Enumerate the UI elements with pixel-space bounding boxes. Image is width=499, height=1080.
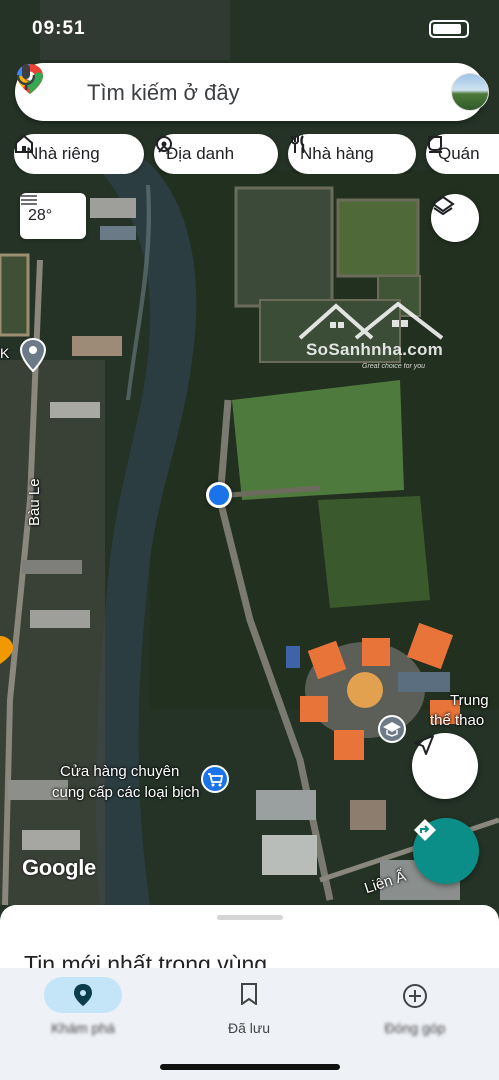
nav-label-explore: Khám phá [51,1020,115,1036]
restaurant-icon [291,135,305,153]
category-chips: Nhà riêng Địa danh Nhà hàng Quán [14,134,499,174]
watermark-brand: SoSanhnha.com [306,340,444,359]
account-avatar[interactable] [451,73,489,111]
house-logo-icon [298,301,444,340]
search-input[interactable]: Tìm kiếm ở đây [87,80,240,106]
map-label-shop-2: cung cấp các loại bịch [52,784,200,801]
map-label-shop-1: Cửa hàng chuyên [60,763,180,780]
status-time: 09:51 [32,18,86,39]
map-label-road: Bàu Le [26,478,43,526]
directions-button[interactable] [413,818,479,884]
home-indicator[interactable] [160,1064,340,1070]
directions-icon [414,819,436,841]
watermark-tagline: Great choice for you [362,363,426,370]
nav-item-explore[interactable]: Khám phá [0,968,166,1058]
explore-pin-icon [74,984,92,1006]
nav-item-contribute[interactable]: Đóng góp [332,968,498,1058]
school-pin-icon[interactable] [377,714,407,744]
place-pin-icon[interactable] [20,338,46,372]
status-bar: 09:51 [0,14,499,44]
nav-label-contribute: Đóng góp [384,1020,446,1036]
navigation-arrow-icon [414,735,434,755]
my-location-button[interactable] [412,733,478,799]
layers-icon [431,195,455,216]
home-icon [15,134,33,153]
chip-landmark[interactable]: Địa danh [154,134,278,174]
watermark: SoSanhnha.com Great choice for you [296,298,452,378]
nav-item-saved[interactable]: Đã lưu [166,968,332,1058]
add-circle-icon [403,984,427,1008]
temperature: 28° [28,207,53,224]
google-logo: Google [22,855,96,880]
coffee-icon [428,136,442,153]
landmark-icon [156,136,172,153]
chip-label: Nhà riêng [26,144,100,163]
battery-icon [429,20,469,38]
layers-button[interactable] [431,194,479,242]
map-label-k: K [0,345,10,361]
current-location-dot [206,482,232,508]
place-pin-orange-icon[interactable] [0,636,14,664]
chip-label: Địa danh [166,144,235,163]
bookmark-icon [241,983,257,1005]
chip-label: Nhà hàng [300,144,374,163]
map-label-trung: Trung [450,692,489,709]
nav-label-saved: Đã lưu [227,1020,271,1036]
weather-badge[interactable]: 28° [20,193,86,239]
map-label-the-thao: thể thao [430,712,485,729]
bottom-navigation: Khám phá Đã lưu Đóng góp [0,968,499,1080]
search-bar[interactable]: Tìm kiếm ở đây [15,63,489,121]
microphone-icon[interactable] [15,63,37,91]
sheet-drag-handle[interactable] [217,915,283,920]
chip-cafe[interactable]: Quán [426,134,499,174]
chip-restaurant[interactable]: Nhà hàng [288,134,416,174]
chip-home[interactable]: Nhà riêng [14,134,144,174]
haze-icon [21,195,37,205]
shopping-cart-pin-icon[interactable] [201,765,229,795]
